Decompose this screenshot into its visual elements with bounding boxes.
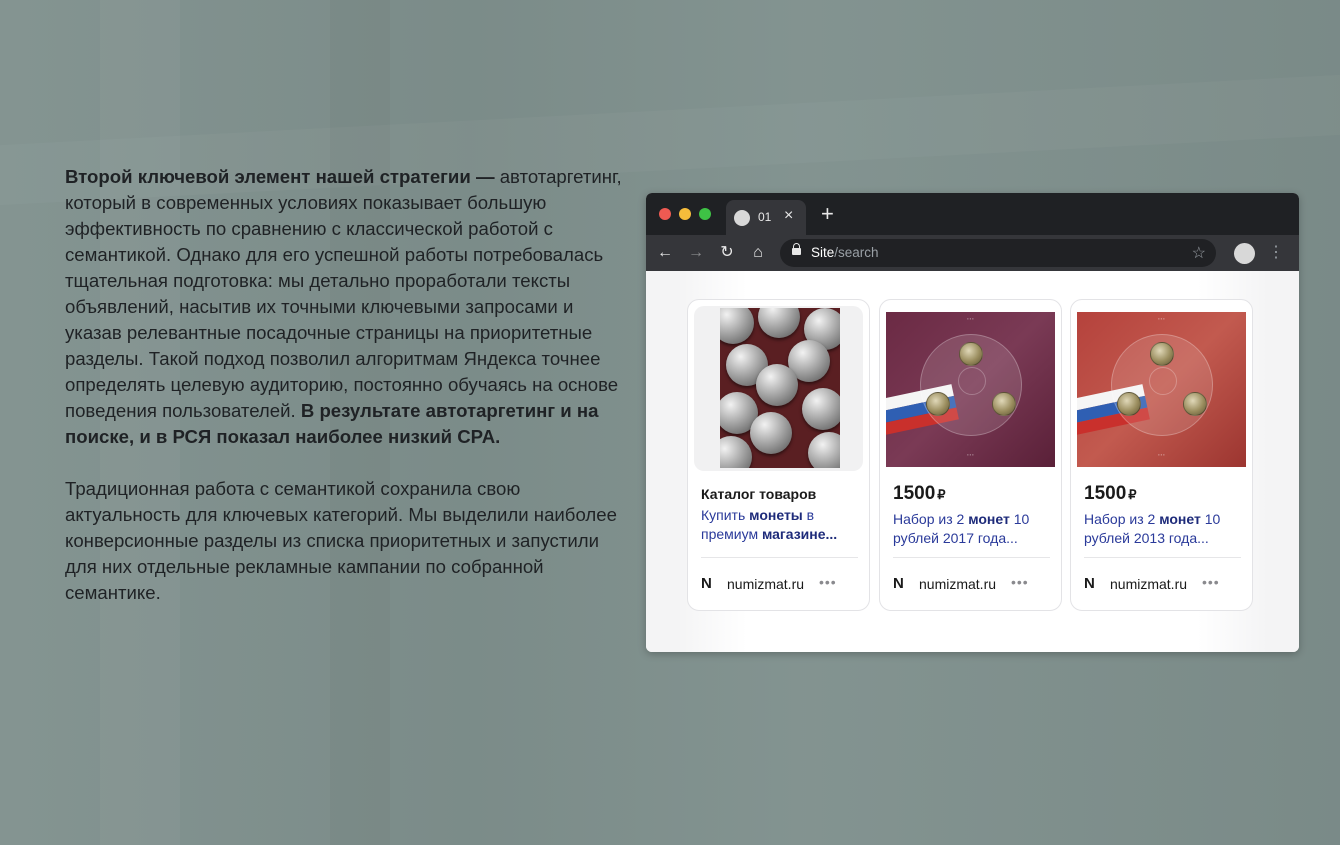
currency-icon: ₽ xyxy=(1128,487,1137,502)
lock-icon xyxy=(792,243,801,255)
coin-image xyxy=(1150,342,1174,366)
coin-image xyxy=(926,392,950,416)
set-caption-decoration: ▪ ▪ ▪ xyxy=(967,452,974,457)
paragraph-2: Традиционная работа с семантикой сохрани… xyxy=(65,478,617,603)
coin-image xyxy=(750,412,792,454)
card-price: 1500 ₽ xyxy=(893,483,946,505)
forward-arrow-icon[interactable]: → xyxy=(686,243,706,263)
plus-icon[interactable]: + xyxy=(821,203,834,225)
divider xyxy=(701,557,858,558)
tab-favicon-icon xyxy=(734,210,750,226)
card-title: Каталог товаров xyxy=(701,486,817,502)
coin-image xyxy=(802,388,840,430)
browser-window: 01 × + ← → ↻ ⌂ Site/search ☆ ⋮ Каталог т… xyxy=(646,193,1299,652)
emblem-decoration xyxy=(958,367,986,395)
menu-icon[interactable]: ⋮ xyxy=(1268,243,1284,263)
article-text: Второй ключевой элемент нашей стратегии … xyxy=(65,164,625,606)
url-path: /search xyxy=(834,245,879,260)
brand-n-icon: N xyxy=(701,575,712,592)
brand-n-icon: N xyxy=(1084,575,1095,592)
coin-image xyxy=(992,392,1016,416)
coin-image xyxy=(959,342,983,366)
coin-image xyxy=(1117,392,1141,416)
card-link-text: Набор из 2 xyxy=(893,511,969,527)
shop-domain[interactable]: numizmat.ru xyxy=(1110,576,1187,592)
product-image: ▪ ▪ ▪ ▪ ▪ ▪ xyxy=(1077,312,1246,467)
product-image: ▪ ▪ ▪ ▪ ▪ ▪ xyxy=(886,312,1055,467)
card-link[interactable]: Набор из 2 монет 10 рублей 2017 года... xyxy=(893,510,1053,548)
minimize-window-button[interactable] xyxy=(679,208,691,220)
paragraph-1-lead: Второй ключевой элемент нашей стратегии … xyxy=(65,166,495,187)
product-card[interactable]: ▪ ▪ ▪ ▪ ▪ ▪ 1500 ₽ Набор из 2 монет 10 ру… xyxy=(879,299,1062,611)
avatar[interactable] xyxy=(1234,243,1255,264)
card-link-keyword: магазине... xyxy=(761,526,838,542)
set-caption-decoration: ▪ ▪ ▪ xyxy=(1158,316,1165,321)
more-dots-icon[interactable]: ••• xyxy=(1011,574,1029,590)
divider xyxy=(1084,557,1241,558)
more-dots-icon[interactable]: ••• xyxy=(819,574,837,590)
emblem-decoration xyxy=(1149,367,1177,395)
card-link[interactable]: Набор из 2 монет 10 рублей 2013 года... xyxy=(1084,510,1244,548)
price-value: 1500 xyxy=(1084,483,1127,504)
product-card[interactable]: Каталог товаров Купить монеты в премиум … xyxy=(687,299,870,611)
browser-toolbar: ← → ↻ ⌂ Site/search ☆ ⋮ xyxy=(646,235,1299,271)
coins-photo xyxy=(720,308,840,468)
brand-n-icon: N xyxy=(893,575,904,592)
more-dots-icon[interactable]: ••• xyxy=(1202,574,1220,590)
address-bar[interactable]: Site/search ☆ xyxy=(780,239,1216,267)
url-text[interactable]: Site/search xyxy=(811,245,879,260)
card-link-keyword: монет xyxy=(1159,511,1201,527)
home-icon[interactable]: ⌂ xyxy=(748,243,768,263)
url-host: Site xyxy=(811,245,835,260)
star-icon[interactable]: ☆ xyxy=(1192,243,1206,263)
coin-image xyxy=(758,308,800,338)
card-link-text: Набор из 2 xyxy=(1084,511,1160,527)
card-price: 1500 ₽ xyxy=(1084,483,1137,505)
divider xyxy=(893,557,1050,558)
coin-image xyxy=(720,308,754,344)
shop-domain[interactable]: numizmat.ru xyxy=(727,576,804,592)
card-link-keyword: монет xyxy=(968,511,1010,527)
close-icon[interactable]: × xyxy=(784,207,793,225)
coin-image xyxy=(1183,392,1207,416)
card-link[interactable]: Купить монеты в премиум магазине... xyxy=(701,506,861,544)
coin-image xyxy=(756,364,798,406)
product-card[interactable]: ▪ ▪ ▪ ▪ ▪ ▪ 1500 ₽ Набор из 2 монет 10 ру… xyxy=(1070,299,1253,611)
reload-icon[interactable]: ↻ xyxy=(717,243,737,263)
card-link-text: Купить xyxy=(701,507,750,523)
currency-icon: ₽ xyxy=(937,487,946,502)
maximize-window-button[interactable] xyxy=(699,208,711,220)
browser-titlebar: 01 × + xyxy=(646,193,1299,235)
set-caption-decoration: ▪ ▪ ▪ xyxy=(967,316,974,321)
close-window-button[interactable] xyxy=(659,208,671,220)
price-value: 1500 xyxy=(893,483,936,504)
browser-tab[interactable]: 01 × xyxy=(726,200,806,235)
paragraph-1-body: автотаргетинг, который в современных усл… xyxy=(65,166,622,421)
product-image xyxy=(694,306,863,471)
set-caption-decoration: ▪ ▪ ▪ xyxy=(1158,452,1165,457)
paragraph-1: Второй ключевой элемент нашей стратегии … xyxy=(65,164,625,450)
card-link-keyword: монеты xyxy=(749,507,803,523)
back-arrow-icon[interactable]: ← xyxy=(655,243,675,263)
shop-domain[interactable]: numizmat.ru xyxy=(919,576,996,592)
coin-image xyxy=(720,436,752,468)
coin-image xyxy=(808,432,840,468)
page-content: Каталог товаров Купить монеты в премиум … xyxy=(646,271,1299,652)
tab-title: 01 xyxy=(758,210,772,224)
